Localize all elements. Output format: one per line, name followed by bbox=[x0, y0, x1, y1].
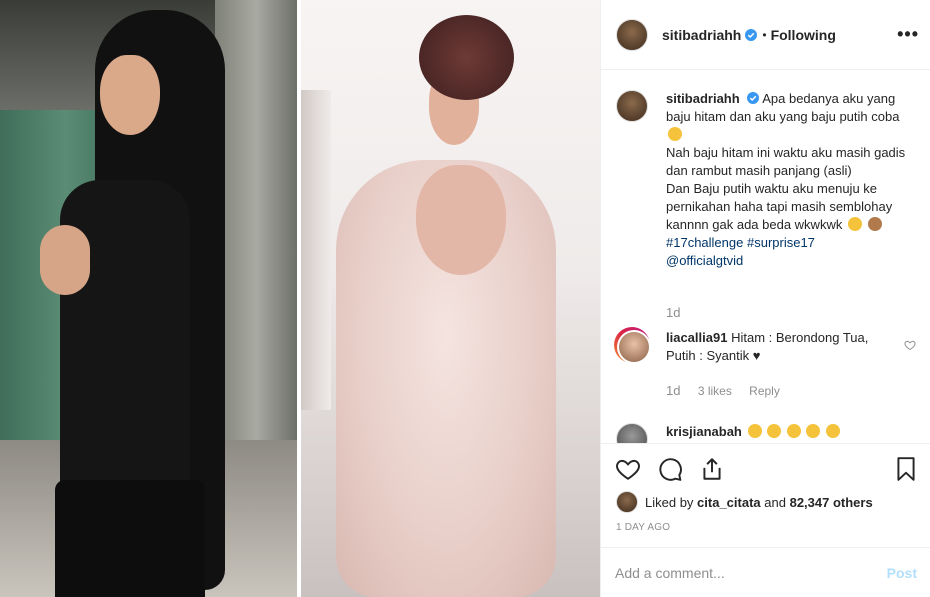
comments-list[interactable]: sitibadriahh Apa bedanya aku yang baju h… bbox=[601, 71, 930, 443]
post-photo[interactable] bbox=[0, 0, 600, 597]
avatar[interactable] bbox=[616, 423, 648, 443]
laughing-emoji-icon bbox=[668, 127, 682, 141]
photo-black-outfit bbox=[0, 0, 297, 597]
caption-username[interactable]: sitibadriahh bbox=[666, 91, 740, 106]
header-username[interactable]: sitibadriahh bbox=[662, 27, 741, 43]
comment-likes[interactable]: 3 likes bbox=[698, 384, 732, 398]
crying-emoji-icon bbox=[747, 424, 762, 438]
reply-button[interactable]: Reply bbox=[749, 384, 780, 398]
share-icon[interactable] bbox=[699, 456, 725, 482]
avatar[interactable] bbox=[616, 90, 648, 122]
avatar[interactable] bbox=[616, 18, 648, 51]
comment-time[interactable]: 1d bbox=[666, 383, 680, 398]
caption: sitibadriahh Apa bedanya aku yang baju h… bbox=[616, 90, 916, 270]
like-heart-icon[interactable] bbox=[615, 456, 641, 482]
comment-username[interactable]: krisjianabah bbox=[666, 424, 742, 439]
comment-meta: 1d 3 likes Reply bbox=[666, 383, 794, 398]
hashtag-link[interactable]: #17challenge bbox=[666, 235, 743, 250]
crying-emoji-icon bbox=[826, 424, 840, 438]
like-comment-icon[interactable] bbox=[904, 339, 916, 351]
caption-line: Nah baju hitam ini waktu aku masih gadis… bbox=[666, 145, 906, 178]
avatar bbox=[616, 491, 638, 513]
verified-badge-icon bbox=[745, 28, 758, 41]
post-side-panel: sitibadriahh • Following ••• sitibadriah… bbox=[600, 0, 930, 597]
liked-by-user[interactable]: cita_citata bbox=[697, 495, 761, 510]
liked-by[interactable]: Liked by cita_citata and 82,347 others bbox=[616, 491, 873, 513]
more-options-icon[interactable]: ••• bbox=[897, 24, 919, 45]
hashtag-link[interactable]: #surprise17 bbox=[747, 235, 815, 250]
liked-by-prefix: Liked by bbox=[645, 494, 694, 510]
caption-timestamp[interactable]: 1d bbox=[666, 305, 680, 320]
winking-tongue-emoji-icon bbox=[847, 217, 862, 231]
liked-by-and: and bbox=[764, 494, 786, 510]
crying-emoji-icon bbox=[806, 424, 821, 438]
verified-badge-icon bbox=[747, 92, 760, 104]
comment-username[interactable]: liacallia91 bbox=[666, 330, 727, 345]
crying-emoji-icon bbox=[767, 424, 782, 438]
post-header: sitibadriahh • Following ••• bbox=[601, 0, 930, 70]
add-comment-bar: Post bbox=[601, 547, 930, 597]
comment-body: liacallia91 Hitam : Berondong Tua, Putih… bbox=[666, 329, 891, 365]
comment-input[interactable] bbox=[615, 564, 887, 581]
bookmark-icon[interactable] bbox=[893, 456, 919, 482]
comment-bubble-icon[interactable] bbox=[657, 456, 683, 482]
post-comment-button[interactable]: Post bbox=[887, 565, 917, 581]
mention-link[interactable]: @officialgtvid bbox=[666, 253, 743, 268]
separator-dot: • bbox=[762, 27, 767, 42]
comment-body: krisjianabah bbox=[666, 423, 891, 441]
avatar[interactable] bbox=[614, 327, 651, 364]
following-button[interactable]: Following bbox=[771, 27, 836, 43]
see-no-evil-monkey-emoji-icon bbox=[867, 217, 882, 231]
photo-white-dress bbox=[301, 0, 600, 597]
caption-text: sitibadriahh Apa bedanya aku yang baju h… bbox=[666, 90, 916, 270]
likes-count[interactable]: 82,347 others bbox=[790, 495, 873, 510]
post-timestamp[interactable]: 1 DAY AGO bbox=[616, 522, 670, 533]
crying-emoji-icon bbox=[786, 424, 801, 438]
